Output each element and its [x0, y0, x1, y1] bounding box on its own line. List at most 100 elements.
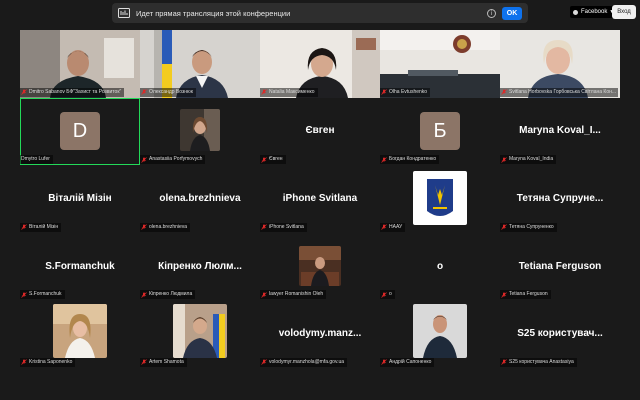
participant-tile[interactable]: Тетяна Супруне... Тетяна Супруненко [500, 165, 620, 233]
participant-display-name: volodymy.manz... [278, 328, 362, 340]
participant-name-label: Олександр Вознюк [140, 87, 196, 97]
muted-mic-icon [501, 292, 507, 298]
muted-mic-icon [141, 89, 147, 95]
facebook-stream-indicator[interactable]: Facebook ▼ [570, 6, 618, 18]
muted-mic-icon [21, 224, 27, 231]
live-stream-notification-bar: Идет прямая трансляция этой конференции … [112, 3, 528, 23]
avatar [53, 304, 107, 359]
login-button[interactable]: Вход [612, 5, 636, 19]
muted-mic-icon [21, 292, 27, 298]
participant-tile[interactable]: Б Богдан Кондратенко [380, 97, 500, 166]
participant-tile[interactable]: Svitlana Horbovska Горбовська Світлана К… [500, 30, 620, 98]
muted-mic-icon [501, 89, 507, 95]
participant-tile[interactable]: Олександр Вознюк [140, 30, 260, 98]
muted-mic-icon [381, 89, 387, 95]
participant-name-label: Богдан Кондратенко [380, 155, 440, 165]
muted-mic-icon [141, 156, 147, 163]
avatar [299, 245, 341, 286]
participant-tile[interactable]: lawyer Romanishin Oleh [260, 232, 380, 301]
participant-name-label: Кіпренко Людмила [140, 290, 196, 300]
muted-mic-icon [21, 359, 27, 366]
participant-tile-active-speaker[interactable]: D Dmytro Lufer [20, 97, 140, 166]
participant-display-name: Віталій Мізін [48, 192, 112, 204]
participant-name-label: Dmytro Lufer [20, 155, 53, 165]
participant-tile[interactable]: НААУ [380, 165, 500, 233]
participant-tile[interactable]: Кіпренко Люлм... Кіпренко Людмила [140, 232, 260, 301]
participant-name-label: НААУ [380, 222, 406, 232]
participant-tile[interactable]: volodymy.manz... volodymyr.manzhola@mfa.… [260, 300, 380, 368]
participant-tile[interactable]: S.Formanchuk S.Formanchuk [20, 232, 140, 301]
participant-display-name: Євген [305, 125, 335, 137]
participant-tile[interactable]: Anastasiia Porfymovych [140, 97, 260, 166]
avatar [173, 304, 227, 359]
muted-mic-icon [261, 359, 267, 366]
participant-display-name: Кіпренко Люлм... [158, 260, 242, 272]
participant-name-label: S.Formanchuk [20, 290, 65, 300]
participant-name-label: olena.brezhnieva [140, 222, 191, 232]
participant-name-label: Андрій Сапоненко [380, 357, 435, 367]
avatar [180, 108, 220, 151]
participant-name-label: Olha Evtushenko [380, 87, 431, 97]
live-stream-icon [118, 8, 130, 18]
muted-mic-icon [261, 89, 267, 95]
muted-mic-icon [141, 359, 147, 366]
participant-tile[interactable]: Tetiana Ferguson Tetiana Ferguson [500, 232, 620, 301]
participant-display-name: iPhone Svitlana [282, 192, 358, 204]
participant-tile[interactable]: S25 користувач... S25 користувача Anasta… [500, 300, 620, 368]
muted-mic-icon [141, 224, 147, 231]
info-icon[interactable]: i [487, 8, 496, 18]
participant-display-name: о [436, 260, 444, 272]
participant-name-label: о [380, 290, 395, 300]
participant-name-label: Maryna Koval_India [500, 155, 557, 165]
muted-mic-icon [261, 292, 267, 298]
muted-mic-icon [261, 224, 267, 231]
participant-tile[interactable]: о о [380, 232, 500, 301]
participant-tile[interactable]: Dmitro Sabanov БФ"Захист та Розвиток" [20, 30, 140, 98]
muted-mic-icon [21, 89, 27, 95]
participant-tile[interactable]: Maryna Koval_I... Maryna Koval_India [500, 97, 620, 166]
avatar [413, 304, 467, 359]
participant-name-label: Віталій Мізін [20, 222, 62, 232]
participant-name-label: S25 користувача Anastasiya [500, 357, 577, 367]
participant-name-label: Natalia Максименко [260, 87, 318, 97]
avatar: Б [420, 111, 460, 150]
participant-name-label: Kristina Saponenko [20, 357, 76, 367]
participant-tile[interactable]: Андрій Сапоненко [380, 300, 500, 368]
participant-name-label: Artem Shamota [140, 357, 187, 367]
muted-mic-icon [501, 359, 507, 366]
muted-mic-icon [261, 156, 267, 163]
participant-tile[interactable]: Olha Evtushenko [380, 30, 500, 98]
zoom-meeting-window: Идет прямая трансляция этой конференции … [0, 0, 640, 400]
participant-tile[interactable]: Natalia Максименко [260, 30, 380, 98]
muted-mic-icon [381, 292, 387, 298]
participant-display-name: Тетяна Супруне... [516, 192, 604, 204]
participant-tile[interactable]: Artem Shamota [140, 300, 260, 368]
participant-display-name: S.Formanchuk [45, 260, 115, 272]
participant-display-name: olena.brezhnieva [159, 192, 241, 204]
participant-name-label: iPhone Svitlana [260, 222, 307, 232]
facebook-icon [573, 9, 578, 15]
avatar: D [60, 111, 100, 150]
participant-name-label: volodymyr.manzhola@mfa.gov.ua [260, 357, 348, 367]
muted-mic-icon [501, 224, 507, 231]
participant-tile[interactable]: Kristina Saponenko [20, 300, 140, 368]
participant-tile[interactable]: olena.brezhnieva olena.brezhnieva [140, 165, 260, 233]
participant-name-label: Тетяна Супруненко [500, 222, 557, 232]
live-stream-notification-text: Идет прямая трансляция этой конференции [136, 8, 291, 18]
participant-tile[interactable]: iPhone Svitlana iPhone Svitlana [260, 165, 380, 233]
participant-name-label: Svitlana Horbovska Горбовська Світлана К… [500, 87, 618, 97]
participant-display-name: S25 користувач... [517, 328, 603, 340]
participant-name-label: Anastasiia Porfymovych [140, 155, 206, 165]
participant-tile[interactable]: Євген Євген [260, 97, 380, 166]
participant-name-label: Євген [260, 155, 286, 165]
gallery-view-grid: Dmitro Sabanov БФ"Захист та Розвиток" Ол… [20, 30, 620, 368]
muted-mic-icon [381, 156, 387, 163]
participant-display-name: Tetiana Ferguson [518, 260, 602, 272]
facebook-label: Facebook [581, 9, 608, 15]
participant-name-label: Dmitro Sabanov БФ"Захист та Розвиток" [20, 87, 125, 97]
participant-name-label: Tetiana Ferguson [500, 290, 551, 300]
ok-button[interactable]: OK [502, 6, 522, 20]
participant-tile[interactable]: Віталій Мізін Віталій Мізін [20, 165, 140, 233]
muted-mic-icon [141, 292, 147, 298]
participant-display-name: Maryna Koval_I... [519, 125, 601, 137]
